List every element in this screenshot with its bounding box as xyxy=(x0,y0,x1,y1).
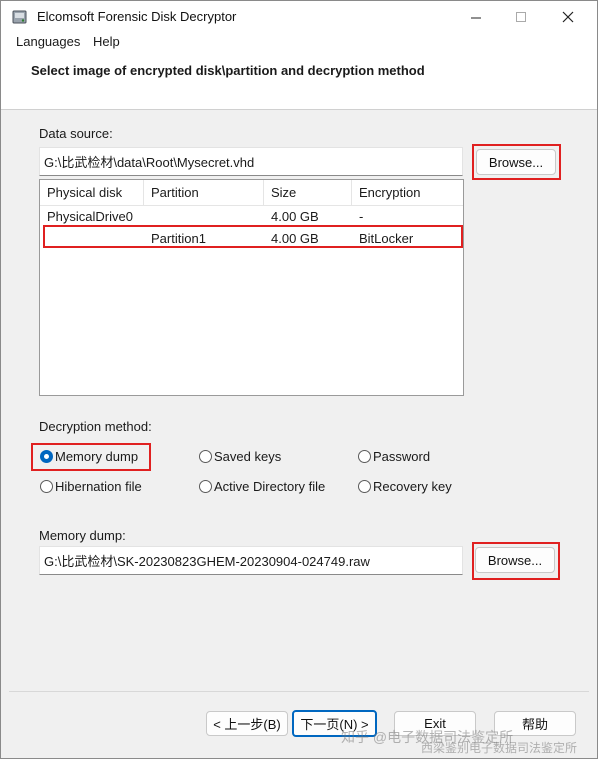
column-header-partition[interactable]: Partition xyxy=(144,180,264,206)
window-title: Elcomsoft Forensic Disk Decryptor xyxy=(37,9,237,24)
radio-recovery-key[interactable] xyxy=(358,480,371,493)
memory-dump-label: Memory dump: xyxy=(39,528,126,543)
divider xyxy=(9,691,589,692)
menu-help[interactable]: Help xyxy=(93,34,120,49)
minimize-icon xyxy=(470,17,481,18)
cell-size: 4.00 GB xyxy=(271,209,319,224)
close-icon xyxy=(562,11,574,23)
radio-password[interactable] xyxy=(358,450,371,463)
cell-partition: Partition1 xyxy=(151,231,206,246)
partition-list[interactable]: Physical disk Partition Size Encryption … xyxy=(39,179,464,396)
column-header-encryption[interactable]: Encryption xyxy=(352,180,463,206)
data-source-path-field[interactable]: G:\比武检材\data\Root\Mysecret.vhd xyxy=(39,147,463,176)
app-window: Elcomsoft Forensic Disk Decryptor Langua… xyxy=(0,0,598,759)
back-button[interactable]: < 上一步(B) xyxy=(206,711,288,736)
radio-label-active-directory-file[interactable]: Active Directory file xyxy=(214,479,325,494)
minimize-button[interactable] xyxy=(453,1,499,33)
maximize-icon xyxy=(515,11,526,22)
memory-dump-path-field[interactable]: G:\比武检材\SK-20230823GHEM-20230904-024749.… xyxy=(39,546,463,575)
cell-encryption: BitLocker xyxy=(359,231,414,246)
menu-bar: Languages Help xyxy=(1,33,597,52)
radio-hibernation-file[interactable] xyxy=(40,480,53,493)
app-disk-icon xyxy=(12,9,28,25)
menu-languages[interactable]: Languages xyxy=(16,34,80,49)
wizard-header: Select image of encrypted disk\partition… xyxy=(1,52,597,110)
close-button[interactable] xyxy=(545,1,591,33)
cell-size: 4.00 GB xyxy=(271,231,319,246)
list-header: Physical disk Partition Size Encryption xyxy=(40,180,463,206)
watermark-line-2: 西梁鉴别电子数据司法鉴定所 xyxy=(421,741,578,755)
radio-saved-keys[interactable] xyxy=(199,450,212,463)
radio-label-recovery-key[interactable]: Recovery key xyxy=(373,479,452,494)
radio-label-password[interactable]: Password xyxy=(373,449,430,464)
data-source-label: Data source: xyxy=(39,126,113,141)
radio-memory-dump[interactable] xyxy=(40,450,53,463)
column-header-physical-disk[interactable]: Physical disk xyxy=(40,180,144,206)
memory-dump-browse-button[interactable]: Browse... xyxy=(475,547,555,573)
page-title: Select image of encrypted disk\partition… xyxy=(31,63,425,78)
title-bar: Elcomsoft Forensic Disk Decryptor xyxy=(1,1,597,33)
decryption-method-label: Decryption method: xyxy=(39,419,152,434)
cell-encryption: - xyxy=(359,209,364,224)
maximize-button[interactable] xyxy=(498,1,544,33)
radio-active-directory-file[interactable] xyxy=(199,480,212,493)
radio-label-saved-keys[interactable]: Saved keys xyxy=(214,449,281,464)
column-header-size[interactable]: Size xyxy=(264,180,352,206)
radio-label-hibernation-file[interactable]: Hibernation file xyxy=(55,479,142,494)
cell-physical-disk: PhysicalDrive0 xyxy=(47,209,133,224)
radio-label-memory-dump[interactable]: Memory dump xyxy=(55,449,138,464)
data-source-browse-button[interactable]: Browse... xyxy=(476,149,556,175)
